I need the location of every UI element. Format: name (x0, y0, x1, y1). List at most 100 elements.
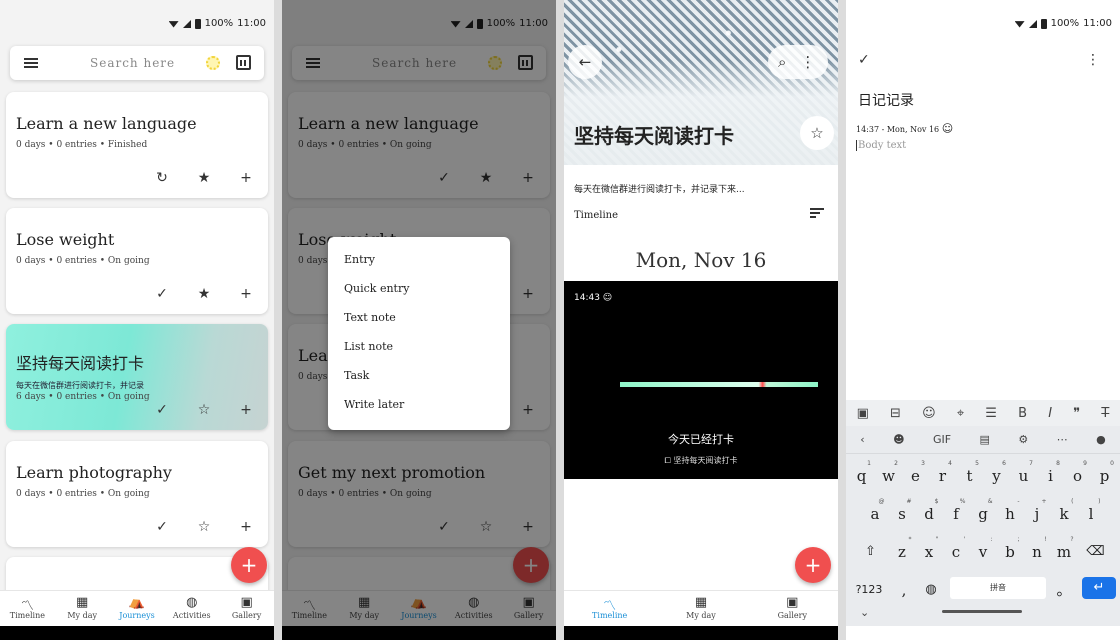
bold-icon[interactable]: B (1018, 406, 1027, 421)
chevron-left-icon[interactable]: ‹ (860, 433, 864, 446)
search-bar[interactable]: Search here (10, 46, 264, 80)
nav-my-day[interactable]: ▦ My day (55, 591, 110, 626)
entry-title-field[interactable]: 日记记录 (858, 90, 914, 110)
location-icon[interactable]: ⌖ (957, 406, 964, 421)
comma-key[interactable]: , (896, 572, 912, 604)
sort-icon[interactable] (810, 208, 824, 218)
sticker-icon[interactable]: ☻ (893, 433, 904, 446)
search-icon[interactable]: ⌕ (778, 53, 800, 71)
key-r[interactable]: 4r (929, 458, 956, 490)
journey-card[interactable]: Learn photography 0 days • 0 entries • O… (6, 441, 268, 547)
check-icon[interactable]: ✓ (154, 519, 170, 535)
gif-button[interactable]: GIF (933, 433, 951, 446)
image-icon[interactable]: ▣ (857, 406, 869, 421)
italic-icon[interactable]: I (1048, 406, 1052, 421)
add-icon[interactable]: + (238, 519, 254, 535)
period-key[interactable]: 。 (1054, 572, 1074, 604)
key-i[interactable]: 8i (1037, 458, 1064, 490)
menu-item-write-later[interactable]: Write later (328, 392, 510, 421)
menu-item-text-note[interactable]: Text note (328, 305, 510, 334)
quote-icon[interactable]: ❞ (1073, 406, 1080, 421)
key-t[interactable]: 5t (956, 458, 983, 490)
calendar-icon[interactable] (236, 55, 251, 70)
nav-timeline[interactable]: 〽 Timeline (564, 591, 655, 626)
back-arrow-icon[interactable]: ← (568, 45, 602, 79)
key-f[interactable]: % f (943, 496, 970, 528)
symbols-key[interactable]: ?123 (850, 572, 888, 604)
embed-icon[interactable]: ⊟ (890, 406, 901, 421)
menu-icon[interactable] (24, 58, 38, 68)
nav-journeys[interactable]: ⛺ Journeys (110, 591, 165, 626)
key-j[interactable]: + j (1024, 496, 1051, 528)
key-g[interactable]: & g (970, 496, 997, 528)
mic-icon[interactable]: ● (1096, 433, 1106, 446)
add-fab-button[interactable]: + (231, 547, 267, 583)
key-z[interactable]: * z (889, 534, 916, 566)
star-outline-icon[interactable]: ☆ (800, 116, 834, 150)
enter-key[interactable]: ↵ (1082, 577, 1116, 599)
star-outline-icon[interactable]: ☆ (196, 402, 212, 418)
star-filled-icon[interactable]: ★ (196, 170, 212, 186)
search-input[interactable]: Search here (90, 56, 175, 70)
key-s[interactable]: # s (889, 496, 916, 528)
key-c[interactable]: ' c (943, 534, 970, 566)
nav-activities[interactable]: ◍ Activities (164, 591, 219, 626)
entry-datetime[interactable]: 14:37 - Mon, Nov 16 ☺ (856, 122, 953, 135)
emoji-icon[interactable]: ☺ (922, 406, 936, 421)
strikethrough-icon[interactable]: T (1101, 406, 1109, 421)
key-n[interactable]: ! n (1024, 534, 1051, 566)
more-vert-icon[interactable]: ⋮ (800, 53, 829, 71)
check-icon[interactable]: ✓ (154, 402, 170, 418)
restart-icon[interactable]: ↻ (154, 170, 170, 186)
menu-item-quick-entry[interactable]: Quick entry (328, 276, 510, 305)
key-p[interactable]: 0p (1091, 458, 1118, 490)
key-q[interactable]: 1q (848, 458, 875, 490)
nav-gallery[interactable]: ▣ Gallery (219, 591, 274, 626)
menu-item-list-note[interactable]: List note (328, 334, 510, 363)
key-d[interactable]: $ d (916, 496, 943, 528)
chevron-down-icon[interactable]: ⌄ (860, 606, 869, 619)
home-indicator[interactable] (942, 610, 1022, 613)
key-l[interactable]: ) l (1078, 496, 1105, 528)
save-check-icon[interactable]: ✓ (858, 52, 870, 68)
nav-my-day[interactable]: ▦ My day (655, 591, 746, 626)
globe-icon[interactable]: ◍ (920, 572, 942, 604)
body-text-field[interactable]: Body text (856, 140, 906, 151)
key-h[interactable]: -h (997, 496, 1024, 528)
key-v[interactable]: :v (970, 534, 997, 566)
menu-item-entry[interactable]: Entry (328, 247, 510, 276)
journey-card[interactable]: Lose weight 0 days • 0 entries • On goin… (6, 208, 268, 314)
clipboard-icon[interactable]: ▤ (980, 433, 990, 446)
key-m[interactable]: ? m (1051, 534, 1078, 566)
shift-key[interactable]: ⇧ (853, 534, 889, 566)
menu-item-task[interactable]: Task (328, 363, 510, 392)
nav-gallery[interactable]: ▣ Gallery (747, 591, 838, 626)
more-horiz-icon[interactable]: ⋯ (1057, 433, 1068, 446)
sun-icon[interactable] (206, 56, 220, 70)
add-icon[interactable]: + (238, 170, 254, 186)
entry-card[interactable]: 14:43 ☺ 今天已经打卡 ⧠ 坚持每天阅读打卡 (564, 281, 838, 479)
star-filled-icon[interactable]: ★ (196, 286, 212, 302)
key-x[interactable]: " x (916, 534, 943, 566)
add-icon[interactable]: + (238, 286, 254, 302)
key-b[interactable]: ; b (997, 534, 1024, 566)
key-w[interactable]: 2w (875, 458, 902, 490)
add-icon[interactable]: + (238, 402, 254, 418)
add-fab-button[interactable]: + (795, 547, 831, 583)
key-k[interactable]: (k (1051, 496, 1078, 528)
journey-card[interactable]: Learn a new language 0 days • 0 entries … (6, 92, 268, 198)
settings-icon[interactable]: ⚙ (1018, 433, 1028, 446)
space-key[interactable]: 拼音 (950, 577, 1046, 599)
backspace-key[interactable]: ⌫ (1078, 534, 1114, 566)
star-outline-icon[interactable]: ☆ (196, 519, 212, 535)
key-a[interactable]: @ a (862, 496, 889, 528)
journey-card[interactable]: 坚持每天阅读打卡 每天在微信群进行阅读打卡，并记录 6 days • 0 ent… (6, 324, 268, 430)
check-icon[interactable]: ✓ (154, 286, 170, 302)
key-u[interactable]: 7u (1010, 458, 1037, 490)
nav-timeline[interactable]: 〽 Timeline (0, 591, 55, 626)
key-y[interactable]: 6y (983, 458, 1010, 490)
key-o[interactable]: 9o (1064, 458, 1091, 490)
key-e[interactable]: 3e (902, 458, 929, 490)
more-vert-icon[interactable]: ⋮ (1086, 52, 1100, 68)
list-icon[interactable]: ☰ (985, 406, 997, 421)
